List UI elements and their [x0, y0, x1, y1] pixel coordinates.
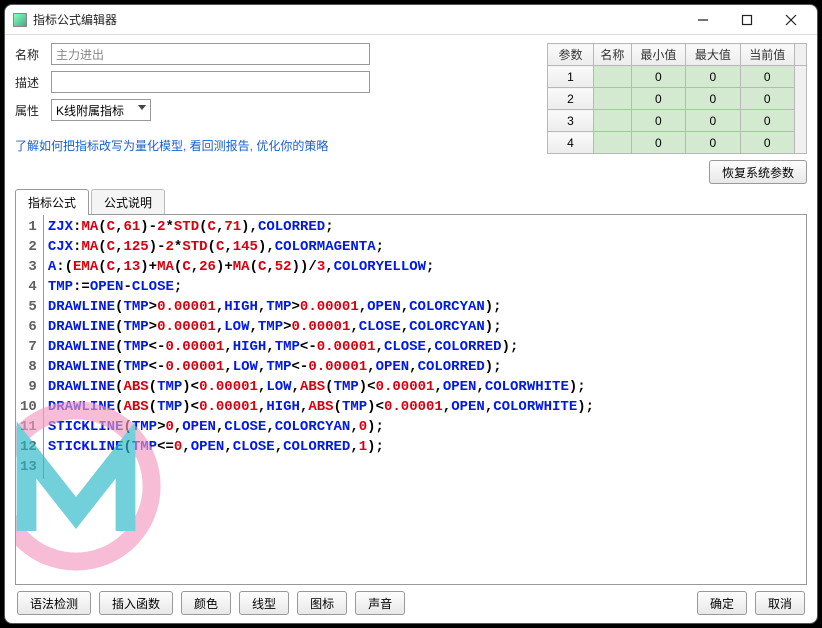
param-header: 当前值 — [740, 44, 794, 66]
param-cell[interactable]: 0 — [686, 66, 740, 88]
close-button[interactable] — [769, 6, 813, 34]
param-cell[interactable]: 0 — [631, 110, 685, 132]
name-label: 名称 — [15, 46, 51, 63]
param-cell[interactable]: 0 — [686, 88, 740, 110]
help-link[interactable]: 了解如何把指标改写为量化模型, 看回测报告, 优化你的策略 — [15, 137, 328, 154]
cancel-button[interactable]: 取消 — [755, 591, 805, 615]
line-gutter: 12345678910111213 — [16, 215, 44, 479]
param-scrollbar[interactable] — [795, 66, 807, 154]
param-table: 参数名称最小值最大值当前值 1000200030004000 — [547, 43, 807, 154]
param-row[interactable]: 4000 — [548, 132, 807, 154]
param-cell[interactable]: 0 — [740, 110, 794, 132]
sound-button[interactable]: 声音 — [355, 591, 405, 615]
param-header: 最大值 — [686, 44, 740, 66]
param-row[interactable]: 1000 — [548, 66, 807, 88]
param-row[interactable]: 3000 — [548, 110, 807, 132]
param-header: 参数 — [548, 44, 594, 66]
code-lines[interactable]: ZJX:MA(C,61)-2*STD(C,71),COLORRED;CJX:MA… — [44, 215, 598, 479]
attr-select[interactable]: K线附属指标 — [51, 99, 151, 121]
param-cell[interactable]: 0 — [740, 132, 794, 154]
ok-button[interactable]: 确定 — [697, 591, 747, 615]
restore-params-button[interactable]: 恢复系统参数 — [709, 160, 807, 184]
chevron-down-icon — [138, 105, 146, 110]
editor-window: 指标公式编辑器 名称 描述 属性 K线附属指标 — [4, 4, 818, 624]
maximize-button[interactable] — [725, 6, 769, 34]
param-cell[interactable]: 0 — [631, 132, 685, 154]
color-button[interactable]: 颜色 — [181, 591, 231, 615]
param-header: 最小值 — [631, 44, 685, 66]
minimize-button[interactable] — [681, 6, 725, 34]
form-area: 名称 描述 属性 K线附属指标 了解如何把指标改写为量化模型, 看回测报告, 优… — [15, 43, 370, 154]
param-cell[interactable]: 0 — [686, 110, 740, 132]
param-row[interactable]: 2000 — [548, 88, 807, 110]
syntax-check-button[interactable]: 语法检测 — [17, 591, 91, 615]
tabs: 指标公式 公式说明 — [15, 188, 807, 214]
bottom-toolbar: 语法检测 插入函数 颜色 线型 图标 声音 确定 取消 — [15, 585, 807, 617]
icon-button[interactable]: 图标 — [297, 591, 347, 615]
desc-label: 描述 — [15, 74, 51, 91]
param-cell[interactable]: 0 — [740, 88, 794, 110]
line-style-button[interactable]: 线型 — [239, 591, 289, 615]
param-cell[interactable] — [594, 132, 632, 154]
param-cell[interactable]: 0 — [686, 132, 740, 154]
code-editor[interactable]: 12345678910111213 ZJX:MA(C,61)-2*STD(C,7… — [15, 214, 807, 585]
param-cell[interactable] — [594, 66, 632, 88]
param-cell[interactable] — [594, 88, 632, 110]
name-input[interactable] — [51, 43, 370, 65]
attr-label: 属性 — [15, 102, 51, 119]
app-icon — [13, 13, 27, 27]
param-cell[interactable]: 0 — [740, 66, 794, 88]
window-title: 指标公式编辑器 — [33, 11, 117, 28]
param-cell[interactable]: 0 — [631, 88, 685, 110]
tab-formula[interactable]: 指标公式 — [15, 189, 89, 215]
param-header: 名称 — [594, 44, 632, 66]
desc-input[interactable] — [51, 71, 370, 93]
insert-function-button[interactable]: 插入函数 — [99, 591, 173, 615]
tab-description[interactable]: 公式说明 — [91, 189, 165, 215]
titlebar[interactable]: 指标公式编辑器 — [5, 5, 817, 35]
param-cell[interactable] — [594, 110, 632, 132]
param-cell[interactable]: 0 — [631, 66, 685, 88]
